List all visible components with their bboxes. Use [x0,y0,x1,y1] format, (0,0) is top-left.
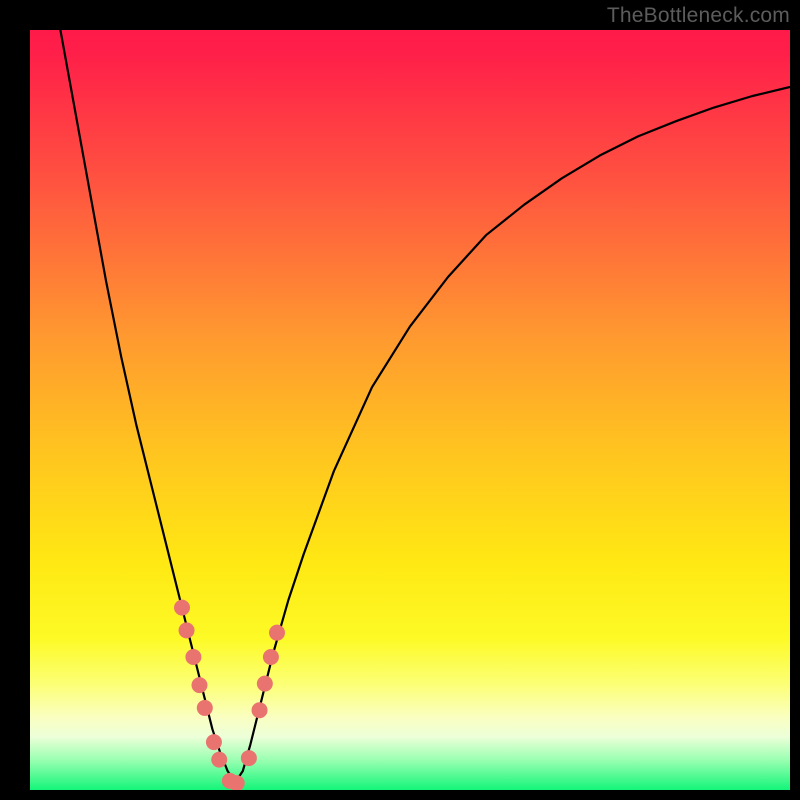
chart-svg [30,30,790,790]
marker-point [252,702,268,718]
marker-point [257,676,273,692]
marker-point [185,649,201,665]
marker-point [174,600,190,616]
marker-point [269,625,285,641]
marker-point [263,649,279,665]
chart-frame: TheBottleneck.com [0,0,800,800]
marker-point [197,700,213,716]
marker-point [241,750,257,766]
plot-area [30,30,790,790]
marker-point [211,752,227,768]
gradient-background [30,30,790,790]
marker-point [191,677,207,693]
watermark-text: TheBottleneck.com [607,4,790,28]
marker-point [179,622,195,638]
marker-point [206,734,222,750]
